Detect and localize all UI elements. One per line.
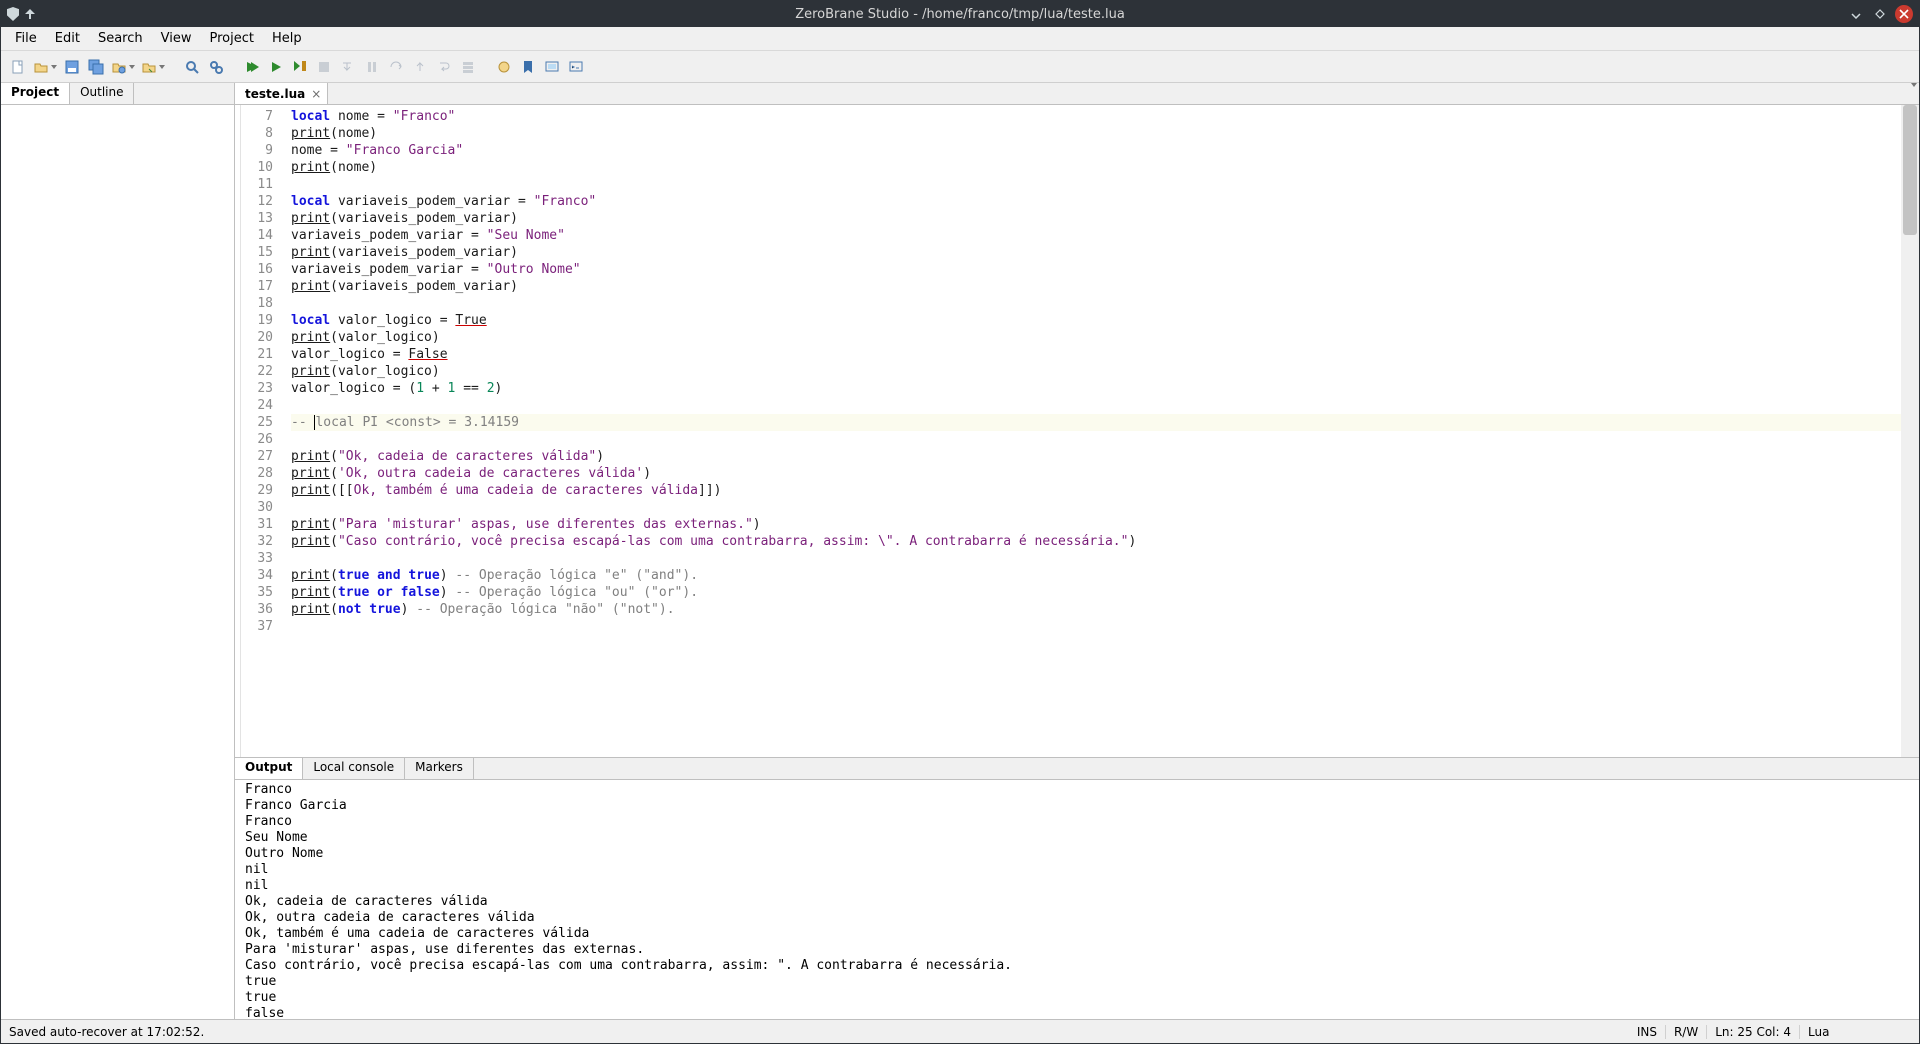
stack-button[interactable] xyxy=(457,56,479,78)
pause-button[interactable] xyxy=(361,56,383,78)
bottom-tab-console[interactable]: Local console xyxy=(303,758,405,779)
status-message: Saved auto-recover at 17:02:52. xyxy=(1,1025,212,1039)
menu-view[interactable]: View xyxy=(153,29,200,48)
status-ins: INS xyxy=(1629,1025,1665,1039)
window-title: ZeroBrane Studio - /home/franco/tmp/lua/… xyxy=(1,7,1919,22)
chevron-down-icon xyxy=(1911,83,1917,102)
code-editor[interactable]: 7891011121314151617181920212223242526272… xyxy=(235,105,1919,757)
title-bar: ZeroBrane Studio - /home/franco/tmp/lua/… xyxy=(1,1,1919,27)
editor-tab-label: teste.lua xyxy=(245,87,305,101)
menu-help[interactable]: Help xyxy=(264,29,310,48)
sidebar-tab-outline[interactable]: Outline xyxy=(70,83,134,104)
sidebar: Project Outline xyxy=(1,83,235,1019)
console-button[interactable] xyxy=(565,56,587,78)
run-to-cursor-button[interactable] xyxy=(289,56,311,78)
project-dir-button[interactable] xyxy=(109,56,137,78)
breakpoint-button[interactable] xyxy=(493,56,515,78)
save-button[interactable] xyxy=(61,56,83,78)
app-window: ZeroBrane Studio - /home/franco/tmp/lua/… xyxy=(0,0,1920,1044)
step-over-button[interactable] xyxy=(385,56,407,78)
run-button[interactable] xyxy=(241,56,263,78)
step-out-button[interactable] xyxy=(409,56,431,78)
step-return-button[interactable] xyxy=(433,56,455,78)
debug-button[interactable] xyxy=(265,56,287,78)
find-button[interactable] xyxy=(181,56,203,78)
sidebar-tabs: Project Outline xyxy=(1,83,234,105)
menu-edit[interactable]: Edit xyxy=(47,29,88,48)
new-file-button[interactable] xyxy=(7,56,29,78)
editor-scrollbar[interactable] xyxy=(1901,105,1919,757)
watch-button[interactable] xyxy=(541,56,563,78)
editor-tab-teste[interactable]: teste.lua × xyxy=(235,83,328,104)
toolbar xyxy=(1,51,1919,83)
status-pos: Ln: 25 Col: 4 xyxy=(1706,1025,1799,1039)
code-content[interactable]: local nome = "Franco"print(nome)nome = "… xyxy=(279,105,1901,757)
main-area: Project Outline teste.lua × 789101112131… xyxy=(1,83,1919,1019)
line-number-gutter[interactable]: 7891011121314151617181920212223242526272… xyxy=(241,105,279,757)
status-rw: R/W xyxy=(1665,1025,1706,1039)
output-console[interactable]: FrancoFranco GarciaFrancoSeu NomeOutro N… xyxy=(235,780,1919,1019)
menu-project[interactable]: Project xyxy=(201,29,261,48)
chevron-down-icon xyxy=(51,65,57,69)
replace-button[interactable] xyxy=(205,56,227,78)
sidebar-tab-project[interactable]: Project xyxy=(1,83,70,104)
editor-tabs: teste.lua × xyxy=(235,83,1919,105)
scrollbar-thumb[interactable] xyxy=(1903,105,1917,235)
status-lang: Lua xyxy=(1799,1025,1919,1039)
editor-area: teste.lua × 7891011121314151617181920212… xyxy=(235,83,1919,1019)
bottom-tabs: Output Local console Markers xyxy=(235,758,1919,780)
project-tree[interactable] xyxy=(1,105,234,1019)
save-all-button[interactable] xyxy=(85,56,107,78)
bottom-panel: Output Local console Markers FrancoFranc… xyxy=(235,757,1919,1019)
menu-file[interactable]: File xyxy=(7,29,45,48)
chevron-down-icon xyxy=(159,65,165,69)
chevron-down-icon xyxy=(129,65,135,69)
open-file-button[interactable] xyxy=(31,56,59,78)
bottom-tab-output[interactable]: Output xyxy=(235,758,303,779)
menu-bar: File Edit Search View Project Help xyxy=(1,27,1919,51)
tab-list-button[interactable] xyxy=(1909,87,1917,102)
bookmark-button[interactable] xyxy=(517,56,539,78)
recent-button[interactable] xyxy=(139,56,167,78)
menu-search[interactable]: Search xyxy=(90,29,151,48)
step-into-button[interactable] xyxy=(337,56,359,78)
stop-button[interactable] xyxy=(313,56,335,78)
tab-close-button[interactable]: × xyxy=(311,87,321,101)
status-bar: Saved auto-recover at 17:02:52. INS R/W … xyxy=(1,1019,1919,1043)
bottom-tab-markers[interactable]: Markers xyxy=(405,758,474,779)
